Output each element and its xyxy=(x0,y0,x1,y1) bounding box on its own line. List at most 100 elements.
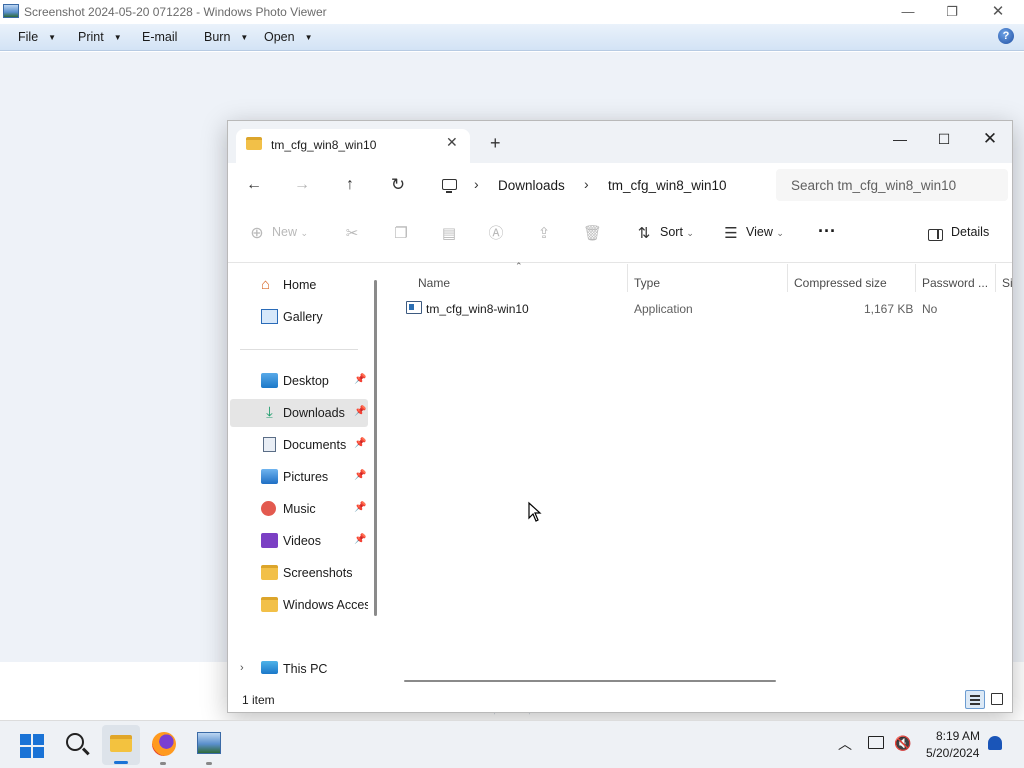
cut-icon[interactable]: ✂ xyxy=(343,225,361,243)
chevron-up-icon[interactable]: ︿ xyxy=(838,734,852,754)
pin-icon[interactable]: 📌 xyxy=(354,470,366,481)
network-icon[interactable] xyxy=(868,736,884,749)
column-header-type[interactable]: Type xyxy=(634,276,660,290)
horizontal-scrollbar[interactable] xyxy=(404,680,776,682)
share-icon[interactable]: ⇪ xyxy=(535,225,553,243)
view-list-icon: ☰ xyxy=(724,225,738,242)
chevron-down-icon: ▼ xyxy=(48,33,57,42)
menu-burn[interactable]: Burn ▼ xyxy=(204,30,248,44)
navigation-pane: ⌂ Home Gallery Desktop 📌 ⤓ Downloads 📌 D… xyxy=(228,264,378,688)
file-name[interactable]: tm_cfg_win8-win10 xyxy=(426,302,529,316)
details-button[interactable]: Details xyxy=(951,225,989,239)
notification-bell-icon[interactable] xyxy=(988,736,1002,750)
up-arrow-icon[interactable]: ↑ xyxy=(340,175,360,195)
column-header-compressed-size[interactable]: Compressed size xyxy=(794,276,887,290)
photo-viewer-menubar: File ▼ Print ▼ E-mail Burn ▼ Open ▼ ? xyxy=(0,24,1024,51)
nav-scrollbar-thumb[interactable] xyxy=(374,280,377,616)
computer-icon xyxy=(261,661,278,674)
sidebar-item-documents[interactable]: Documents 📌 xyxy=(230,431,368,459)
close-tab-icon[interactable]: ✕ xyxy=(446,134,458,151)
forward-arrow-icon[interactable]: → xyxy=(292,175,312,195)
address-bar[interactable]: › Downloads › tm_cfg_win8_win10 xyxy=(432,169,766,201)
pin-icon[interactable]: 📌 xyxy=(354,502,366,513)
sidebar-item-downloads[interactable]: ⤓ Downloads 📌 xyxy=(230,399,368,427)
navigation-bar: ← → ↑ ↻ › Downloads › tm_cfg_win8_win10 … xyxy=(228,163,1012,207)
sidebar-item-gallery[interactable]: Gallery xyxy=(230,303,368,331)
file-compressed-size: 1,167 KB xyxy=(864,302,914,316)
details-view-icon[interactable] xyxy=(965,690,985,709)
sidebar-item-pictures[interactable]: Pictures 📌 xyxy=(230,463,368,491)
download-icon: ⤓ xyxy=(266,404,273,421)
tab-label: tm_cfg_win8_win10 xyxy=(271,138,377,152)
pin-icon[interactable]: 📌 xyxy=(354,534,366,545)
command-bar: ⊕ New ⌄ ✂ ❐ ▤ Ⓐ ⇪ 🗑 ⇅ Sort ⌄ ☰ View ⌄ ··… xyxy=(228,207,1012,263)
breadcrumb-downloads[interactable]: Downloads xyxy=(498,178,565,193)
column-header-name[interactable]: Name xyxy=(418,276,450,290)
tab-tm-cfg[interactable]: tm_cfg_win8_win10 ✕ xyxy=(236,129,470,163)
file-password: No xyxy=(922,302,938,316)
search-input[interactable]: Search tm_cfg_win8_win10 xyxy=(776,169,1008,201)
music-icon xyxy=(261,501,276,516)
sidebar-item-windows-accessories[interactable]: Windows Accessories xyxy=(230,591,368,619)
sidebar-item-desktop[interactable]: Desktop 📌 xyxy=(230,367,368,395)
folder-icon xyxy=(110,735,132,752)
pin-icon[interactable]: 📌 xyxy=(354,374,366,385)
column-divider[interactable] xyxy=(627,264,628,292)
chevron-right-icon[interactable]: › xyxy=(584,176,589,192)
tab-strip: tm_cfg_win8_win10 ✕ + — ☐ ✕ xyxy=(228,121,1012,163)
new-button[interactable]: New ⌄ xyxy=(272,225,308,239)
menu-file[interactable]: File ▼ xyxy=(18,30,56,44)
search-icon[interactable] xyxy=(66,733,84,751)
close-icon[interactable]: ✕ xyxy=(970,127,1010,151)
delete-icon[interactable]: 🗑 xyxy=(583,225,602,243)
column-divider[interactable] xyxy=(787,264,788,292)
taskbar: ︿ 🔇 8:19 AM 5/20/2024 xyxy=(0,720,1024,768)
clock-time[interactable]: 8:19 AM xyxy=(936,729,980,743)
maximize-icon[interactable]: ☐ xyxy=(924,127,964,151)
sidebar-item-videos[interactable]: Videos 📌 xyxy=(230,527,368,555)
nav-divider xyxy=(240,349,358,350)
sidebar-item-music[interactable]: Music 📌 xyxy=(230,495,368,523)
photo-viewer-restore-icon[interactable]: ❐ xyxy=(932,2,972,22)
column-header-password[interactable]: Password ... xyxy=(922,276,988,290)
paste-icon[interactable]: ▤ xyxy=(440,225,458,243)
help-icon[interactable]: ? xyxy=(998,28,1014,44)
chevron-right-icon[interactable]: › xyxy=(474,176,479,192)
minimize-icon[interactable]: — xyxy=(880,127,920,151)
sidebar-item-screenshots[interactable]: Screenshots xyxy=(230,559,368,587)
photo-viewer-minimize-icon[interactable]: — xyxy=(888,2,928,22)
active-indicator xyxy=(114,761,128,764)
column-header-size[interactable]: Si xyxy=(1002,276,1013,290)
breadcrumb-current-folder[interactable]: tm_cfg_win8_win10 xyxy=(608,178,727,193)
videos-icon xyxy=(261,533,278,548)
back-arrow-icon[interactable]: ← xyxy=(244,175,264,195)
folder-icon xyxy=(246,137,262,150)
menu-print[interactable]: Print ▼ xyxy=(78,30,122,44)
menu-open[interactable]: Open ▼ xyxy=(264,30,313,44)
new-tab-icon[interactable]: + xyxy=(490,133,501,153)
taskbar-file-explorer[interactable] xyxy=(102,725,140,765)
clock-date[interactable]: 5/20/2024 xyxy=(926,746,979,760)
volume-muted-icon[interactable]: 🔇 xyxy=(894,735,911,752)
menu-email[interactable]: E-mail xyxy=(142,30,177,44)
windows-start-icon[interactable] xyxy=(20,734,44,758)
pin-icon[interactable]: 📌 xyxy=(354,406,366,417)
column-divider[interactable] xyxy=(915,264,916,292)
more-options-button[interactable]: ··· xyxy=(818,221,836,242)
sort-button[interactable]: Sort ⌄ xyxy=(660,225,694,239)
rename-icon[interactable]: Ⓐ xyxy=(487,225,505,243)
column-divider[interactable] xyxy=(995,264,996,292)
desktop-icon xyxy=(261,373,278,388)
search-placeholder: Search tm_cfg_win8_win10 xyxy=(791,178,957,193)
view-button[interactable]: View ⌄ xyxy=(746,225,784,239)
sidebar-item-this-pc[interactable]: This PC xyxy=(230,655,368,683)
copy-icon[interactable]: ❐ xyxy=(392,225,410,243)
sidebar-item-home[interactable]: ⌂ Home xyxy=(230,271,368,299)
refresh-icon[interactable]: ↻ xyxy=(388,175,408,195)
photo-viewer-taskbar-icon[interactable] xyxy=(197,732,221,754)
large-icons-view-icon[interactable] xyxy=(991,693,1003,705)
pin-icon[interactable]: 📌 xyxy=(354,438,366,449)
photo-viewer-close-icon[interactable]: ✕ xyxy=(978,2,1018,22)
firefox-icon[interactable] xyxy=(152,732,176,756)
chevron-down-icon: ▼ xyxy=(304,33,313,42)
